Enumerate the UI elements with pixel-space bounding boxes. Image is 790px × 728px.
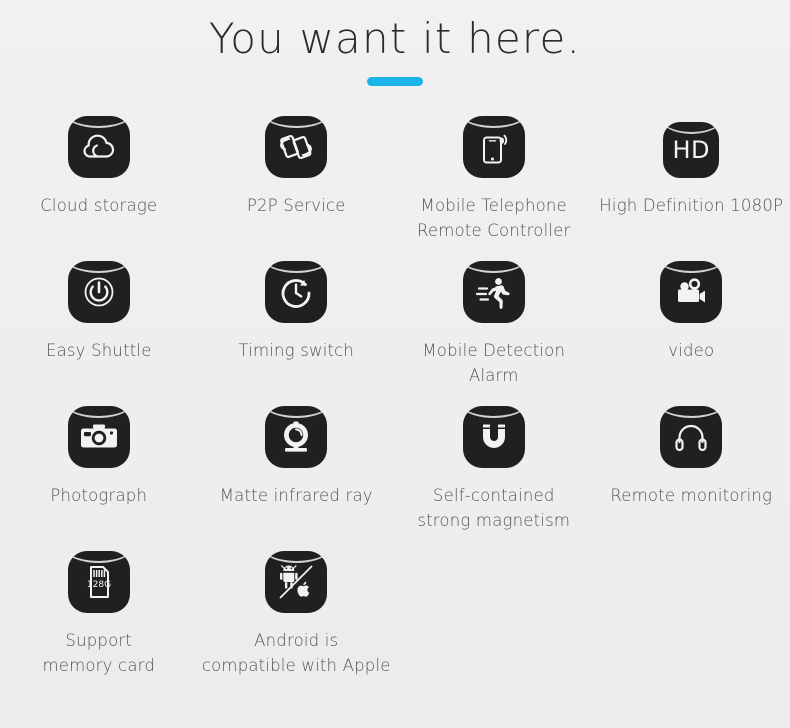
feature-item-high-definition-1080p[interactable]: HD High Definition 1080P bbox=[593, 116, 790, 261]
feature-label: Remote monitoring bbox=[610, 486, 773, 506]
feature-label: Support memory card bbox=[42, 631, 156, 676]
feature-label: video bbox=[668, 341, 715, 361]
title-accent-wrap bbox=[0, 77, 790, 87]
photo-camera-icon bbox=[67, 406, 130, 469]
features-grid: Cloud storage P2P Service Mobile Telepho… bbox=[0, 116, 790, 696]
video-camera-icon bbox=[660, 261, 723, 324]
webcam-icon bbox=[265, 406, 328, 469]
feature-item-android-compatible-with-apple[interactable]: Android is compatible with Apple bbox=[198, 551, 396, 696]
feature-item-photograph[interactable]: Photograph bbox=[0, 406, 198, 551]
page-title: You want it here. bbox=[208, 14, 582, 63]
feature-item-mobile-detection-alarm[interactable]: Mobile Detection Alarm bbox=[395, 261, 593, 406]
feature-item-cloud-storage[interactable]: Cloud storage bbox=[0, 116, 198, 261]
feature-item-support-memory-card[interactable]: 128G Support memory card bbox=[0, 551, 198, 696]
feature-label: P2P Service bbox=[246, 196, 346, 216]
feature-label: High Definition 1080P bbox=[599, 196, 784, 216]
feature-row: Cloud storage P2P Service Mobile Telepho… bbox=[0, 116, 790, 261]
magnet-icon bbox=[462, 406, 525, 469]
feature-row: 128G Support memory card Android is comp… bbox=[0, 551, 790, 696]
mobile-phone-signal-icon bbox=[462, 116, 525, 179]
feature-item-matte-infrared-ray[interactable]: Matte infrared ray bbox=[198, 406, 396, 551]
feature-label: Easy Shuttle bbox=[45, 341, 152, 361]
feature-label: Cloud storage bbox=[40, 196, 158, 216]
feature-item-easy-shuttle[interactable]: Easy Shuttle bbox=[0, 261, 198, 406]
feature-label: Timing switch bbox=[238, 341, 355, 361]
feature-item-timing-switch[interactable]: Timing switch bbox=[198, 261, 396, 406]
feature-label: Photograph bbox=[50, 486, 148, 506]
hd-badge-icon: HD bbox=[663, 122, 720, 179]
feature-item-p2p-service[interactable]: P2P Service bbox=[198, 116, 396, 261]
memory-card-icon: 128G bbox=[67, 551, 130, 614]
feature-label: Matte infrared ray bbox=[219, 486, 373, 506]
headphones-icon bbox=[660, 406, 723, 469]
feature-row: Photograph Matte infrared ray Self-conta… bbox=[0, 406, 790, 551]
feature-grid-page: You want it here. Cloud storage P2P Serv… bbox=[0, 0, 790, 728]
running-person-icon bbox=[462, 261, 525, 324]
power-button-icon bbox=[67, 261, 130, 324]
feature-item-self-contained-strong-magnetism[interactable]: Self-contained strong magnetism bbox=[395, 406, 593, 551]
memory-card-capacity-text: 128G bbox=[87, 580, 111, 590]
p2p-sync-phones-icon bbox=[265, 116, 328, 179]
feature-label: Mobile Telephone Remote Controller bbox=[417, 196, 571, 241]
hd-badge-text: HD bbox=[672, 136, 711, 165]
feature-item-video[interactable]: video bbox=[593, 261, 790, 406]
feature-label: Self-contained strong magnetism bbox=[417, 486, 571, 531]
title-accent-bar bbox=[367, 77, 423, 87]
feature-label: Mobile Detection Alarm bbox=[422, 341, 566, 386]
feature-item-remote-monitoring[interactable]: Remote monitoring bbox=[593, 406, 790, 551]
page-header: You want it here. bbox=[0, 0, 790, 87]
feature-row: Easy Shuttle Timing switch Mobile Detect… bbox=[0, 261, 790, 406]
android-apple-icon bbox=[265, 551, 328, 614]
clock-timer-icon bbox=[265, 261, 328, 324]
feature-label: Android is compatible with Apple bbox=[201, 631, 391, 676]
cloud-icon bbox=[67, 116, 130, 179]
feature-item-mobile-telephone-remote-controller[interactable]: Mobile Telephone Remote Controller bbox=[395, 116, 593, 261]
